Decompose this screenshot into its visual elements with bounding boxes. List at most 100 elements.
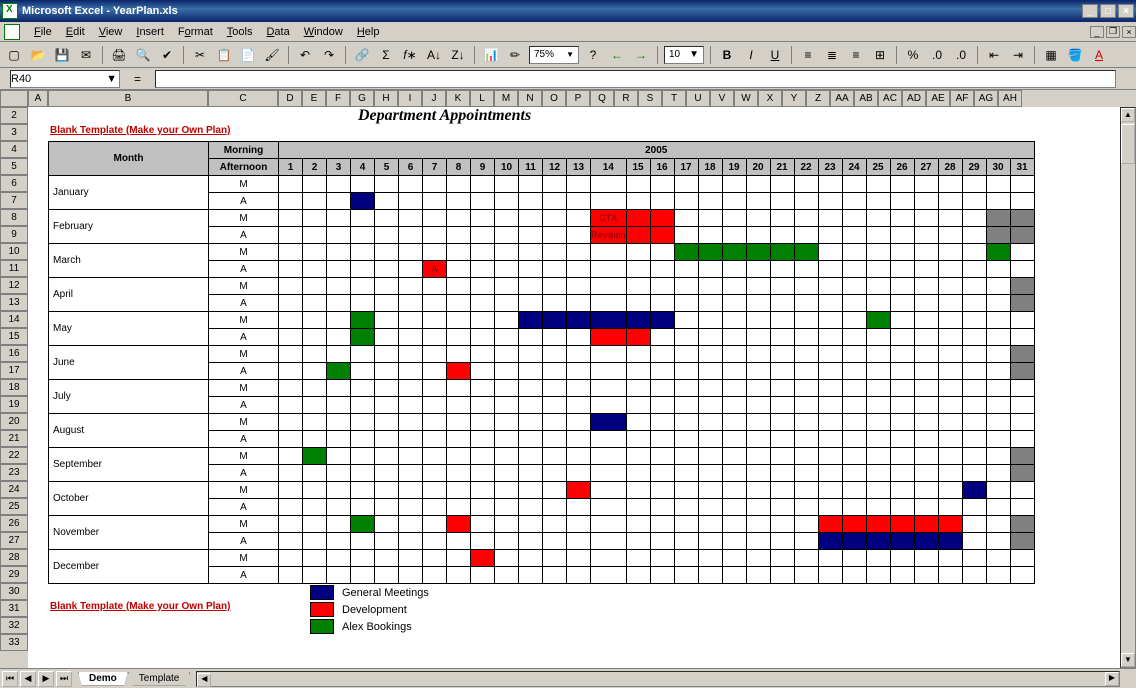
column-header-A[interactable]: A <box>28 90 48 107</box>
chart-icon[interactable]: 📊 <box>481 45 501 65</box>
column-header-F[interactable]: F <box>326 90 350 107</box>
row-header-3[interactable]: 3 <box>0 124 28 141</box>
merge-center-icon[interactable]: ⊞ <box>870 45 890 65</box>
sheet-tab-template[interactable]: Template <box>128 672 191 686</box>
scroll-right-icon[interactable]: ▶ <box>1105 672 1119 686</box>
row-header-18[interactable]: 18 <box>0 379 28 396</box>
increase-decimal-icon[interactable]: .0 <box>927 45 947 65</box>
column-header-H[interactable]: H <box>374 90 398 107</box>
bold-icon[interactable]: B <box>717 45 737 65</box>
blank-template-link-bottom[interactable]: Blank Template (Make your Own Plan) <box>50 601 230 612</box>
cut-icon[interactable]: ✂ <box>190 45 210 65</box>
column-header-P[interactable]: P <box>566 90 590 107</box>
back-icon[interactable]: ← <box>607 45 627 65</box>
undo-icon[interactable]: ↶ <box>295 45 315 65</box>
column-header-J[interactable]: J <box>422 90 446 107</box>
menu-tools[interactable]: Tools <box>221 24 259 40</box>
menu-format[interactable]: Format <box>172 24 219 40</box>
horizontal-scrollbar[interactable]: ◀ ▶ <box>196 671 1120 687</box>
row-header-22[interactable]: 22 <box>0 447 28 464</box>
align-left-icon[interactable]: ≡ <box>798 45 818 65</box>
column-header-AE[interactable]: AE <box>926 90 950 107</box>
column-header-N[interactable]: N <box>518 90 542 107</box>
menu-view[interactable]: View <box>93 24 129 40</box>
borders-icon[interactable]: ▦ <box>1041 45 1061 65</box>
save-icon[interactable]: 💾 <box>52 45 72 65</box>
row-header-32[interactable]: 32 <box>0 617 28 634</box>
row-header-30[interactable]: 30 <box>0 583 28 600</box>
row-header-26[interactable]: 26 <box>0 515 28 532</box>
column-header-R[interactable]: R <box>614 90 638 107</box>
row-header-4[interactable]: 4 <box>0 141 28 158</box>
column-header-AB[interactable]: AB <box>854 90 878 107</box>
scroll-thumb[interactable] <box>1121 124 1135 164</box>
column-header-AD[interactable]: AD <box>902 90 926 107</box>
row-header-11[interactable]: 11 <box>0 260 28 277</box>
paste-icon[interactable]: 📄 <box>238 45 258 65</box>
row-header-14[interactable]: 14 <box>0 311 28 328</box>
decrease-indent-icon[interactable]: ⇤ <box>984 45 1004 65</box>
column-header-T[interactable]: T <box>662 90 686 107</box>
column-header-E[interactable]: E <box>302 90 326 107</box>
row-header-7[interactable]: 7 <box>0 192 28 209</box>
align-center-icon[interactable]: ≣ <box>822 45 842 65</box>
row-header-9[interactable]: 9 <box>0 226 28 243</box>
column-header-B[interactable]: B <box>48 90 208 107</box>
print-preview-icon[interactable]: 🔍 <box>133 45 153 65</box>
sheet-tab-demo[interactable]: Demo <box>78 672 128 686</box>
autosum-icon[interactable]: Σ <box>376 45 396 65</box>
column-header-D[interactable]: D <box>278 90 302 107</box>
mdi-restore-button[interactable]: ❐ <box>1106 26 1120 38</box>
spellcheck-icon[interactable]: ✔ <box>157 45 177 65</box>
close-button[interactable]: × <box>1118 4 1134 18</box>
underline-icon[interactable]: U <box>765 45 785 65</box>
hyperlink-icon[interactable]: 🔗 <box>352 45 372 65</box>
column-header-Y[interactable]: Y <box>782 90 806 107</box>
align-right-icon[interactable]: ≡ <box>846 45 866 65</box>
copy-icon[interactable]: 📋 <box>214 45 234 65</box>
column-header-C[interactable]: C <box>208 90 278 107</box>
zoom-combo[interactable]: 75%▼ <box>529 46 579 64</box>
sort-asc-icon[interactable]: A↓ <box>424 45 444 65</box>
scroll-left-icon[interactable]: ◀ <box>197 673 211 687</box>
maximize-button[interactable]: □ <box>1100 4 1116 18</box>
row-header-21[interactable]: 21 <box>0 430 28 447</box>
format-painter-icon[interactable]: 🖌 <box>262 45 282 65</box>
scroll-down-icon[interactable]: ▼ <box>1121 653 1135 667</box>
column-header-W[interactable]: W <box>734 90 758 107</box>
select-all-corner[interactable] <box>0 90 28 107</box>
new-icon[interactable]: ▢ <box>4 45 24 65</box>
tab-first-button[interactable]: ⏮ <box>2 671 18 687</box>
menu-help[interactable]: Help <box>351 24 386 40</box>
column-header-AH[interactable]: AH <box>998 90 1022 107</box>
row-header-25[interactable]: 25 <box>0 498 28 515</box>
italic-icon[interactable]: I <box>741 45 761 65</box>
menu-window[interactable]: Window <box>298 24 349 40</box>
row-header-2[interactable]: 2 <box>0 107 28 124</box>
row-header-16[interactable]: 16 <box>0 345 28 362</box>
row-header-31[interactable]: 31 <box>0 600 28 617</box>
row-header-19[interactable]: 19 <box>0 396 28 413</box>
column-header-M[interactable]: M <box>494 90 518 107</box>
drawing-icon[interactable]: ✏ <box>505 45 525 65</box>
row-header-20[interactable]: 20 <box>0 413 28 430</box>
row-header-29[interactable]: 29 <box>0 566 28 583</box>
tab-last-button[interactable]: ⏭ <box>56 671 72 687</box>
row-header-28[interactable]: 28 <box>0 549 28 566</box>
tab-prev-button[interactable]: ◀ <box>20 671 36 687</box>
scroll-up-icon[interactable]: ▲ <box>1121 108 1135 122</box>
column-header-U[interactable]: U <box>686 90 710 107</box>
row-header-8[interactable]: 8 <box>0 209 28 226</box>
column-header-G[interactable]: G <box>350 90 374 107</box>
redo-icon[interactable]: ↷ <box>319 45 339 65</box>
menu-edit[interactable]: Edit <box>60 24 91 40</box>
fill-color-icon[interactable]: 🪣 <box>1065 45 1085 65</box>
column-header-O[interactable]: O <box>542 90 566 107</box>
help-icon[interactable]: ? <box>583 45 603 65</box>
vertical-scrollbar[interactable]: ▲ ▼ <box>1120 107 1136 668</box>
row-header-6[interactable]: 6 <box>0 175 28 192</box>
column-header-V[interactable]: V <box>710 90 734 107</box>
decrease-decimal-icon[interactable]: .0 <box>951 45 971 65</box>
sort-desc-icon[interactable]: Z↓ <box>448 45 468 65</box>
column-header-Z[interactable]: Z <box>806 90 830 107</box>
